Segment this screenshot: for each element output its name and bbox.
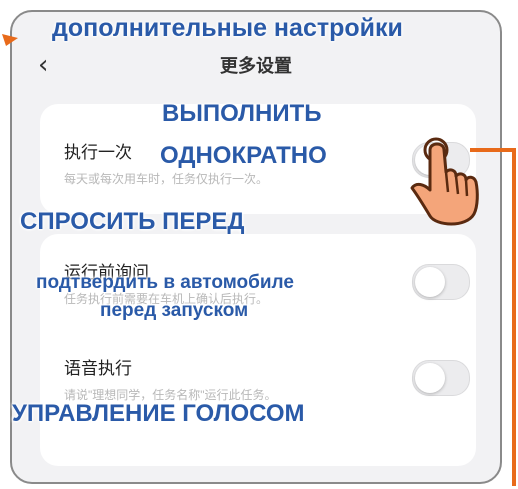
annotation-ask-before-line2: перед запуском bbox=[100, 300, 249, 321]
arrow-head-top-left bbox=[2, 34, 18, 46]
annotation-ask-before-line1: подтвердить в автомобиле bbox=[36, 272, 294, 293]
annotation-more-settings: дополнительные настройки bbox=[52, 14, 403, 42]
hand-tap-icon bbox=[410, 137, 479, 226]
annotation-voice: УПРАВЛЕНИЕ ГОЛОСОМ bbox=[12, 400, 305, 427]
annotation-run-once-line2: ОДНОКРАТНО bbox=[160, 142, 327, 169]
annotation-run-once-line1: ВЫПОЛНИТЬ bbox=[162, 100, 322, 127]
annotation-ask-before-heading: СПРОСИТЬ ПЕРЕД bbox=[20, 208, 245, 235]
